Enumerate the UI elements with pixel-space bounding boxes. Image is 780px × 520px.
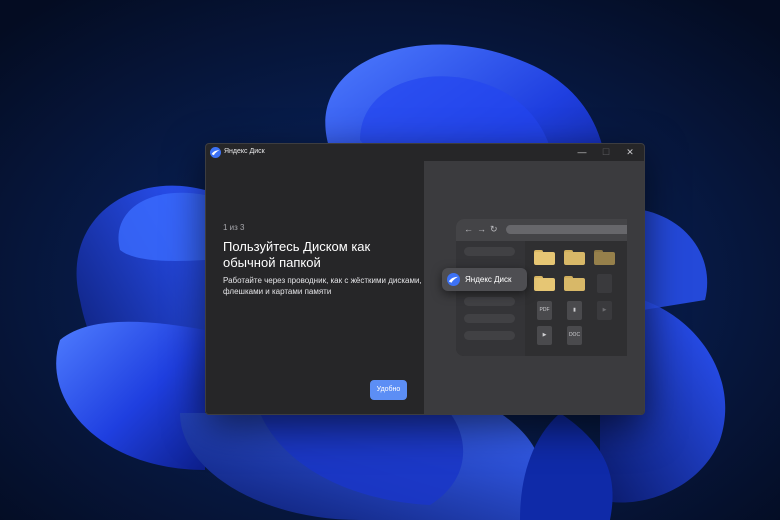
step-counter: 1 из 3 xyxy=(223,223,245,232)
back-arrow-icon: ← xyxy=(464,224,473,234)
video-file-icon: ▶ xyxy=(597,301,612,320)
mock-sidebar-line xyxy=(464,247,515,256)
folder-icon xyxy=(534,276,555,291)
doc-file-icon: DOC xyxy=(567,326,582,345)
mock-sidebar-line xyxy=(464,297,515,306)
mock-sidebar-line xyxy=(464,314,515,323)
yandex-disk-logo-icon xyxy=(210,147,221,158)
onboarding-description: Работайте через проводник, как с жёстким… xyxy=(223,276,422,296)
mock-sidebar-line xyxy=(464,331,515,340)
onboarding-heading: Пользуйтесь Диском как обычной папкой xyxy=(223,239,371,270)
mock-toolbar: ← → ↻ xyxy=(456,219,627,241)
zip-file-icon: ▮ xyxy=(567,301,582,320)
mock-address-bar xyxy=(506,225,627,234)
folder-icon xyxy=(564,276,585,291)
chip-label: Яндекс Диск xyxy=(465,275,512,284)
close-button[interactable]: ✕ xyxy=(618,144,642,161)
onboarding-text-panel: 1 из 3 Пользуйтесь Диском как обычной па… xyxy=(206,161,424,414)
window-title: Яндекс Диск xyxy=(224,148,265,155)
yandex-disk-sidebar-chip: Яндекс Диск xyxy=(442,268,527,291)
maximize-button[interactable]: ☐ xyxy=(594,144,618,161)
convenient-button[interactable]: Удобно xyxy=(370,380,407,400)
file-icon xyxy=(597,274,612,293)
yandex-disk-logo-icon xyxy=(447,273,460,286)
yandex-disk-window: Яндекс Диск — ☐ ✕ 1 из 3 Пользуйтесь Дис… xyxy=(205,143,645,415)
pdf-file-icon: PDF xyxy=(537,301,552,320)
forward-arrow-icon: → xyxy=(477,224,486,234)
folder-icon xyxy=(594,250,615,265)
explorer-illustration-panel: ← → ↻ PDF ▮ ▶ ▶ DOC Яндекс Диск xyxy=(424,161,644,414)
minimize-button[interactable]: — xyxy=(570,144,594,161)
refresh-icon: ↻ xyxy=(490,224,498,234)
title-bar[interactable]: Яндекс Диск — ☐ ✕ xyxy=(206,144,644,161)
video-file-icon: ▶ xyxy=(537,326,552,345)
folder-icon xyxy=(564,250,585,265)
mock-sidebar xyxy=(456,241,525,356)
folder-icon xyxy=(534,250,555,265)
